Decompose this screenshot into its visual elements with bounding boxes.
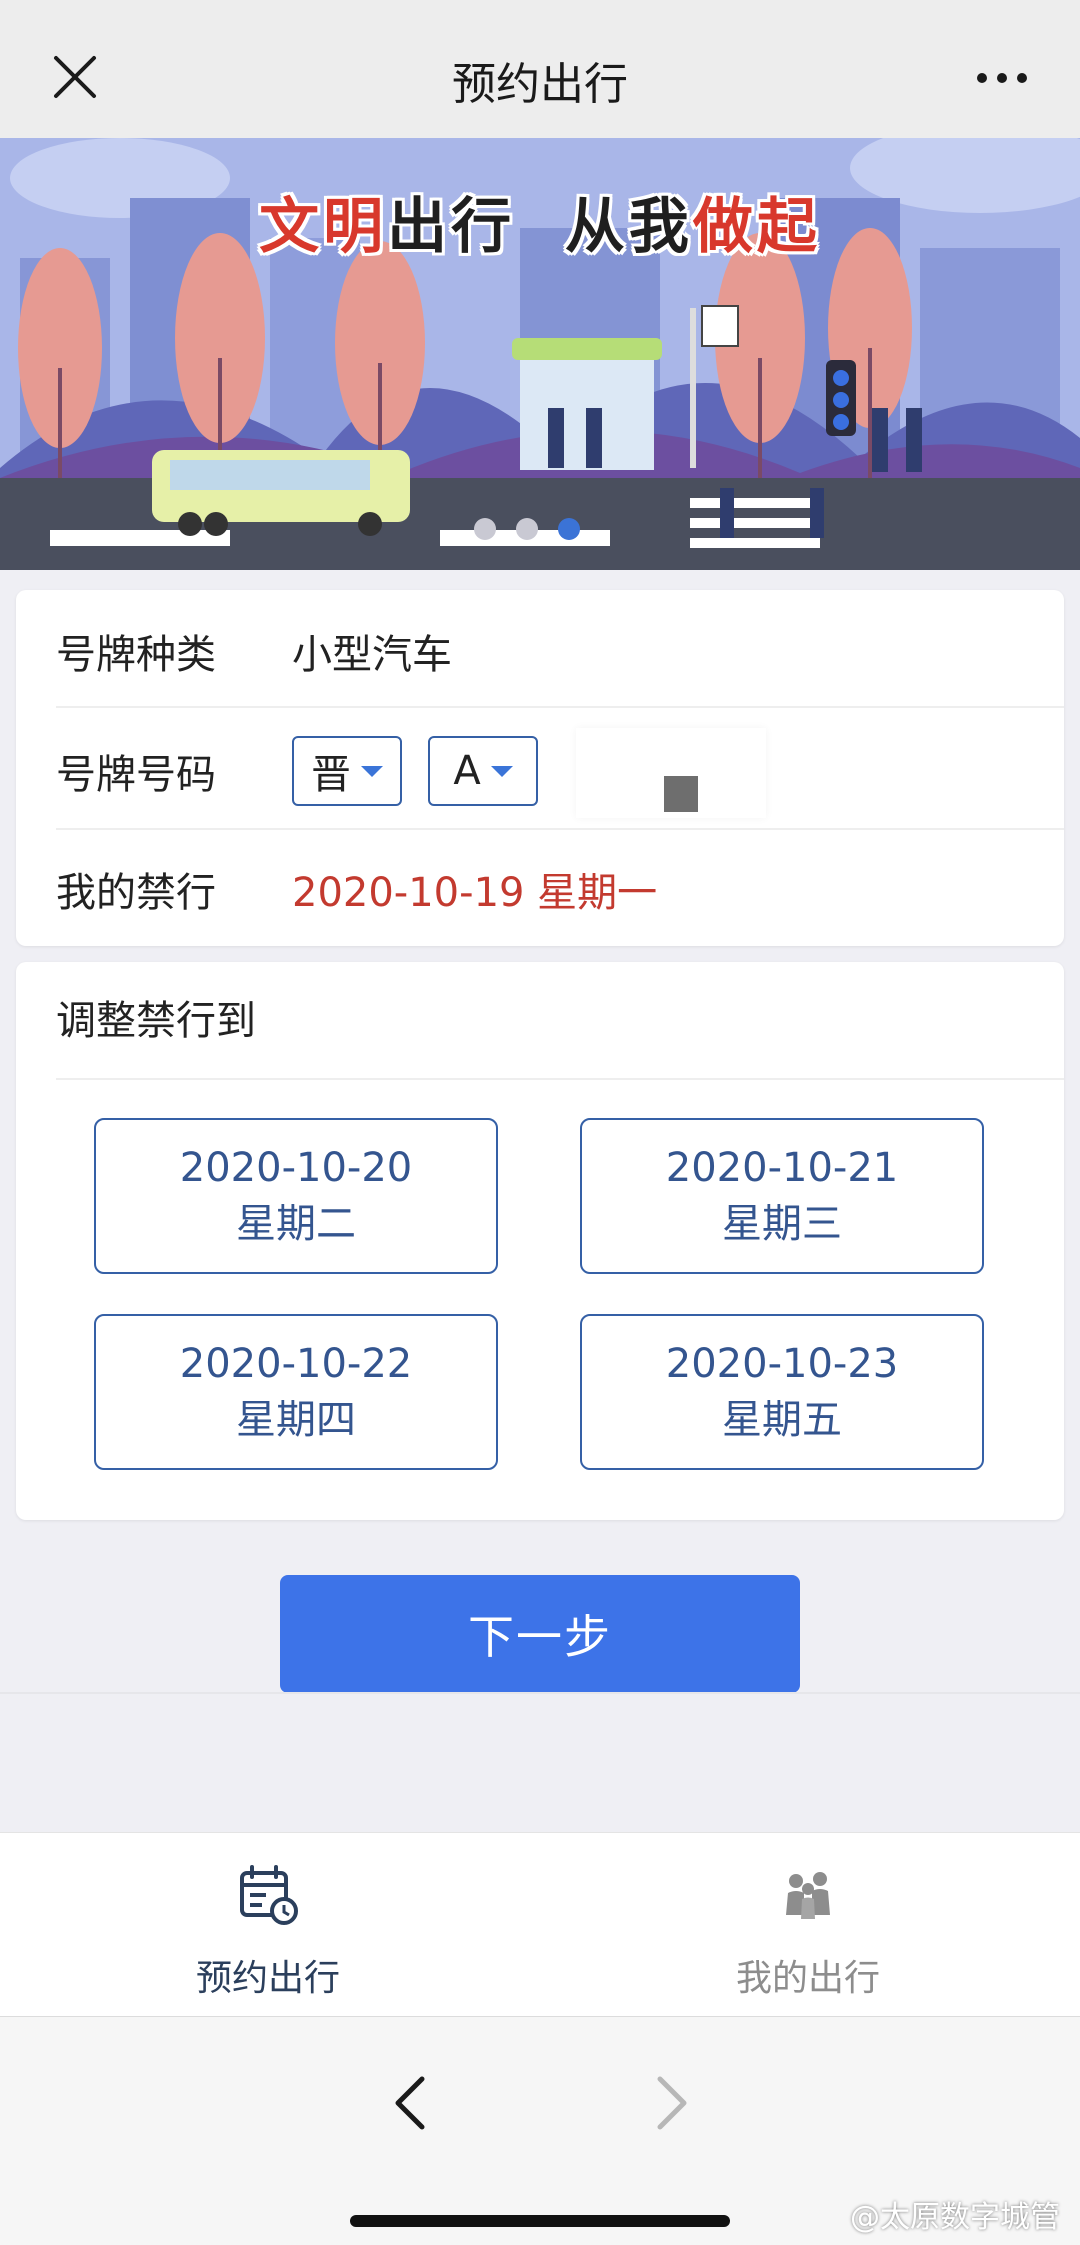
letter-value: A <box>453 748 481 794</box>
people-icon <box>786 1872 830 1919</box>
date-option-button[interactable]: 2020-10-23 星期五 <box>580 1314 984 1470</box>
divider <box>56 1078 1064 1080</box>
plate-info-card: 号牌种类 小型汽车 号牌号码 晋 A 我的禁行 2020-10-19 星期一 <box>16 590 1064 946</box>
option-date: 2020-10-20 <box>179 1145 413 1191</box>
chevron-left-icon[interactable] <box>390 2073 430 2133</box>
ban-day-label: 我的禁行 <box>56 870 216 916</box>
divider <box>0 1692 1080 1694</box>
option-weekday: 星期四 <box>236 1397 356 1443</box>
tab-label: 预约出行 <box>195 1958 340 1999</box>
banner-slogan: 文明出行 从我做起 <box>0 178 1080 265</box>
promo-banner[interactable]: 文明出行 从我做起 <box>0 138 1080 570</box>
adjust-title: 调整禁行到 <box>56 998 256 1044</box>
page-title: 预约出行 <box>452 59 628 110</box>
option-weekday: 星期三 <box>722 1201 842 1247</box>
option-date: 2020-10-21 <box>665 1145 899 1191</box>
plate-type-label: 号牌种类 <box>56 632 216 678</box>
option-date: 2020-10-22 <box>179 1341 413 1387</box>
more-icon[interactable] <box>974 60 1030 96</box>
ban-day-row: 我的禁行 2020-10-19 星期一 <box>56 828 1064 950</box>
tab-reserve-trip[interactable]: 预约出行 <box>118 1833 418 2001</box>
calendar-clock-icon <box>240 1865 298 1925</box>
caret-down-icon <box>490 765 513 777</box>
letter-select[interactable]: A <box>428 736 538 806</box>
date-option-button[interactable]: 2020-10-20 星期二 <box>94 1118 498 1274</box>
carousel-dot[interactable] <box>516 518 538 540</box>
date-option-button[interactable]: 2020-10-22 星期四 <box>94 1314 498 1470</box>
province-select[interactable]: 晋 <box>292 736 402 806</box>
home-indicator[interactable] <box>350 2215 730 2227</box>
redaction-block <box>664 776 698 812</box>
option-weekday: 星期五 <box>722 1397 842 1443</box>
carousel-dot[interactable] <box>474 518 496 540</box>
watermark: @太原数字城管 <box>850 2200 1060 2235</box>
plate-type-row: 号牌种类 小型汽车 <box>56 590 1064 712</box>
option-weekday: 星期二 <box>236 1201 356 1247</box>
bottom-tab-bar: 预约出行 我的出行 <box>0 1832 1080 2016</box>
divider <box>56 706 1064 708</box>
carousel-dot-active[interactable] <box>558 518 580 540</box>
plate-number-row: 号牌号码 晋 A <box>56 710 1064 832</box>
tab-label: 我的出行 <box>735 1958 880 1999</box>
caret-down-icon <box>361 765 383 777</box>
ban-day-value: 2020-10-19 星期一 <box>292 870 658 916</box>
tab-my-trips[interactable]: 我的出行 <box>658 1833 958 2001</box>
chevron-right-icon[interactable] <box>652 2073 692 2133</box>
adjust-ban-card: 调整禁行到 2020-10-20 星期二 2020-10-21 星期三 2020… <box>16 962 1064 1520</box>
option-date: 2020-10-23 <box>665 1341 899 1387</box>
slogan-part-4: 做起 <box>692 192 821 262</box>
province-value: 晋 <box>311 752 351 798</box>
plate-type-value: 小型汽车 <box>292 632 452 678</box>
plate-number-label: 号牌号码 <box>56 752 216 798</box>
next-step-button[interactable]: 下一步 <box>280 1575 800 1693</box>
date-option-button[interactable]: 2020-10-21 星期三 <box>580 1118 984 1274</box>
slogan-part-1: 文明 <box>259 192 388 262</box>
top-nav-bar: 预约出行 <box>0 0 1080 138</box>
slogan-part-3: 从我 <box>564 192 693 262</box>
slogan-part-2: 出行 <box>387 192 516 262</box>
carousel-indicator[interactable] <box>474 518 580 548</box>
